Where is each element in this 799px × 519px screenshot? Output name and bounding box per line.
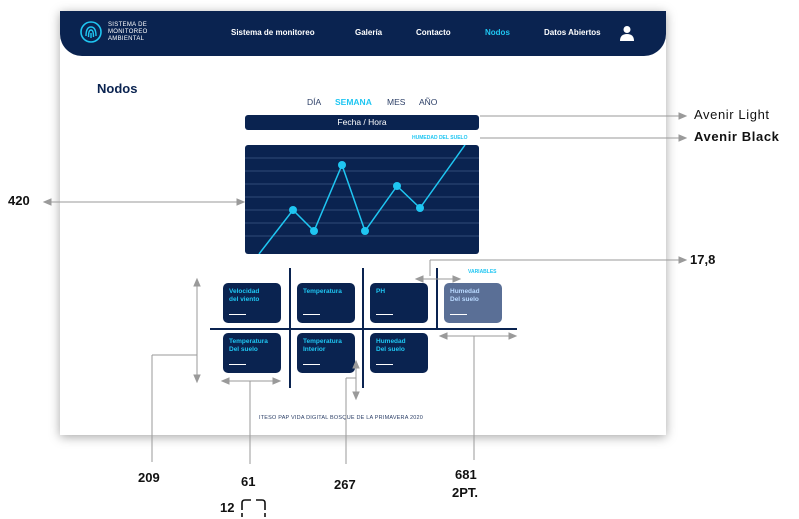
radius-corner-icon: [241, 499, 266, 517]
annotation-lines: [42, 112, 688, 517]
annotation-card-width: 61: [241, 474, 256, 489]
annotation-chart-height: 420: [8, 193, 30, 208]
annotation-radius: 12: [220, 500, 235, 515]
annotation-stroke: 2PT.: [452, 485, 479, 500]
annotation-row-height: 209: [138, 470, 160, 485]
annotation-gap: 267: [334, 477, 356, 492]
annotation-line-width: 681: [455, 467, 477, 482]
annotation-font-light: Avenir Light: [694, 107, 770, 122]
annotation-spacing: 17,8: [690, 252, 716, 267]
annotation-font-black: Avenir Black: [694, 129, 780, 144]
